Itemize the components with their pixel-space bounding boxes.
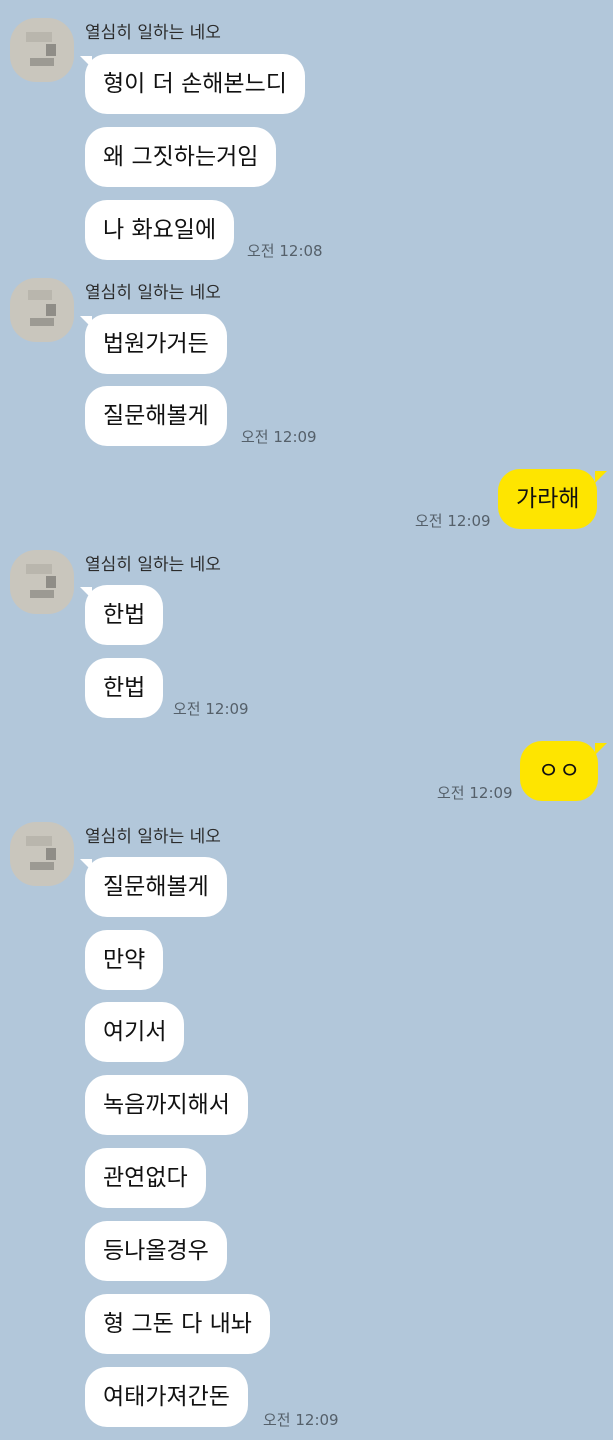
- avatar[interactable]: [10, 550, 74, 614]
- message-bubble[interactable]: ㅇㅇ: [520, 741, 599, 801]
- message-bubble[interactable]: 여기서: [85, 1002, 185, 1062]
- message-time: 오전 12:08: [247, 242, 323, 260]
- message-time: 오전 12:09: [437, 784, 513, 802]
- message-bubble[interactable]: 형이 더 손해본느디: [85, 54, 305, 114]
- message-bubble[interactable]: 여태가져간돈: [85, 1367, 248, 1427]
- message-bubble[interactable]: 왜 그짓하는거임: [85, 127, 277, 187]
- message-bubble[interactable]: 만약: [85, 930, 164, 990]
- bubble-tail: [595, 743, 607, 755]
- message-bubble[interactable]: 등나올경우: [85, 1221, 227, 1281]
- message-bubble[interactable]: 질문해볼게: [85, 857, 227, 917]
- message-time: 오전 12:09: [415, 512, 491, 530]
- avatar-pixel-block: [30, 590, 54, 598]
- avatar-pixel-block: [30, 862, 54, 870]
- message-time: 오전 12:09: [241, 428, 317, 446]
- bubble-tail: [595, 471, 607, 483]
- message-bubble[interactable]: 형 그돈 다 내놔: [85, 1294, 270, 1354]
- message-time: 오전 12:09: [263, 1411, 339, 1429]
- avatar-pixel-block: [46, 576, 56, 588]
- avatar[interactable]: [10, 278, 74, 342]
- avatar-pixel-block: [28, 290, 52, 300]
- message-bubble[interactable]: 나 화요일에: [85, 200, 235, 260]
- message-bubble[interactable]: 한법: [85, 585, 164, 645]
- sender-name: 열심히 일하는 네오: [85, 283, 221, 303]
- avatar-pixel-block: [46, 848, 56, 860]
- message-bubble[interactable]: 가라해: [498, 469, 598, 529]
- avatar-pixel-block: [26, 564, 52, 574]
- sender-name: 열심히 일하는 네오: [85, 555, 221, 575]
- message-bubble[interactable]: 녹음까지해서: [85, 1075, 248, 1135]
- sender-name: 열심히 일하는 네오: [85, 827, 221, 847]
- message-time: 오전 12:09: [173, 700, 249, 718]
- avatar-pixel-block: [30, 318, 54, 326]
- avatar-pixel-block: [26, 32, 52, 42]
- message-bubble[interactable]: 관연없다: [85, 1148, 206, 1208]
- avatar[interactable]: [10, 822, 74, 886]
- message-bubble[interactable]: 질문해볼게: [85, 386, 227, 446]
- avatar-pixel-block: [30, 58, 54, 66]
- avatar-pixel-block: [46, 44, 56, 56]
- chat-area[interactable]: 열심히 일하는 네오 형이 더 손해본느디 왜 그짓하는거임 나 화요일에 오전…: [0, 0, 613, 1440]
- message-bubble[interactable]: 법원가거든: [85, 314, 227, 374]
- avatar-pixel-block: [46, 304, 56, 316]
- avatar[interactable]: [10, 18, 74, 82]
- avatar-pixel-block: [26, 836, 52, 846]
- message-bubble[interactable]: 한법: [85, 658, 164, 718]
- sender-name: 열심히 일하는 네오: [85, 23, 221, 43]
